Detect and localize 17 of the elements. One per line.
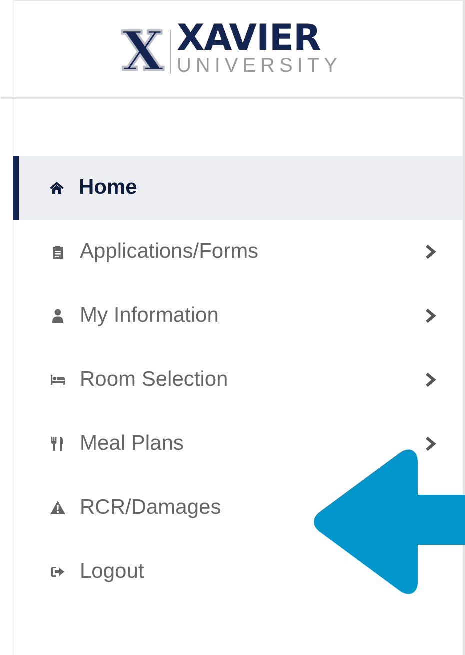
menu-item[interactable]: Logout: [14, 540, 154, 604]
fork-knife-icon: [50, 436, 66, 452]
person-icon: [50, 308, 66, 324]
menu-item[interactable]: Home: [13, 156, 463, 220]
menu-item[interactable]: Room Selection: [14, 348, 463, 412]
sign-out-icon: [50, 564, 66, 580]
menu-item[interactable]: RCR/Damages: [14, 476, 232, 540]
logo-mark: X: [122, 20, 164, 78]
clipboard-icon: [50, 244, 66, 260]
menu-item[interactable]: Applications/Forms: [14, 220, 463, 284]
logo-title: XAVIER: [176, 22, 321, 56]
house-icon: [49, 180, 65, 196]
warning-icon: [50, 500, 66, 516]
logo-subtitle: UNIVERSITY: [176, 56, 342, 76]
menu-item[interactable]: Meal Plans: [14, 412, 463, 476]
bed-icon: [50, 372, 66, 388]
menu-item[interactable]: My Information: [14, 284, 463, 348]
